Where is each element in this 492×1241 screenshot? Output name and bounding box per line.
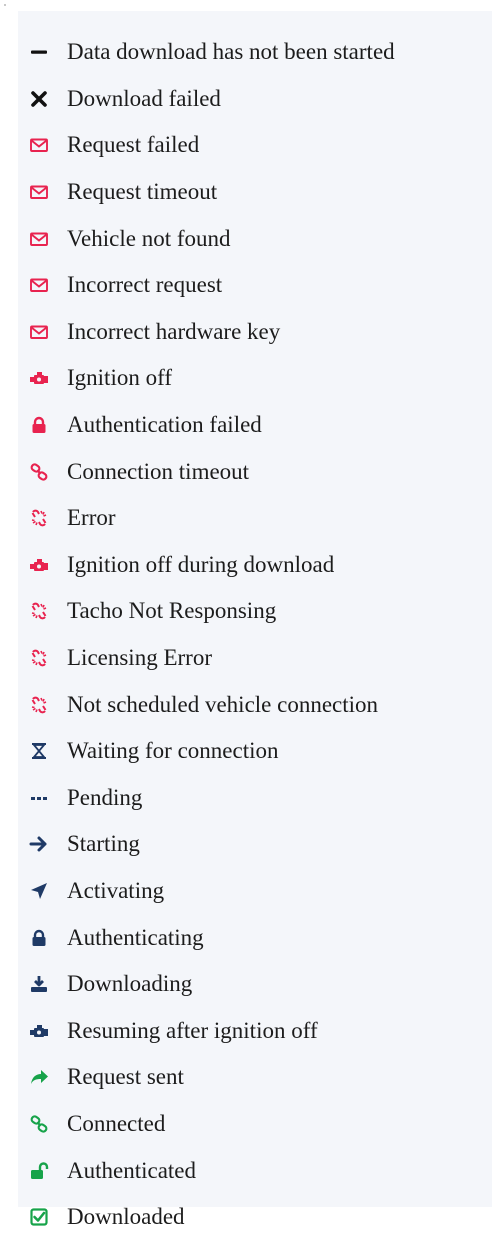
share-icon [29, 1065, 55, 1089]
legend-item-label: Waiting for connection [67, 738, 279, 764]
legend-item-ignition-off: Ignition off [18, 355, 492, 402]
legend-item-pending: Pending [18, 775, 492, 822]
legend-item-label: Error [67, 505, 116, 531]
unlock-icon [29, 1159, 55, 1183]
legend-item-label: Not scheduled vehicle connection [67, 691, 379, 717]
legend-item-not-scheduled-vehicle-connection: Not scheduled vehicle connection [18, 681, 492, 728]
broken-link-icon [29, 693, 55, 717]
legend-item-authenticating: Authenticating [18, 914, 492, 961]
legend-item-label: Data download has not been started [67, 39, 395, 65]
legend-item-label: Ignition off [67, 365, 172, 391]
legend-item-request-failed: Request failed [18, 122, 492, 169]
broken-link-icon [29, 599, 55, 623]
legend-item-request-sent: Request sent [18, 1054, 492, 1101]
legend-item-resuming-after-ignition-off: Resuming after ignition off [18, 1007, 492, 1054]
legend-item-label: Downloaded [67, 1204, 185, 1230]
legend-item-label: Vehicle not found [67, 225, 231, 251]
envelope-icon [29, 180, 55, 204]
legend-item-tacho-not-responsing: Tacho Not Responsing [18, 588, 492, 635]
envelope-icon [29, 133, 55, 157]
status-legend-panel: Data download has not been started Downlo… [18, 11, 492, 1229]
legend-item-label: Request sent [67, 1064, 184, 1090]
legend-item-connected: Connected [18, 1101, 492, 1148]
legend-item-waiting-for-connection: Waiting for connection [18, 728, 492, 775]
legend-item-label: Authentication failed [67, 412, 262, 438]
legend-item-label: Activating [67, 877, 165, 903]
legend-item-label: Incorrect request [67, 272, 223, 298]
status-legend: Data download has not been started Downlo… [18, 29, 492, 1240]
download-icon [29, 972, 55, 996]
check-square-icon [29, 1205, 55, 1229]
link-icon [29, 460, 55, 484]
ellipsis-icon [29, 786, 55, 810]
legend-item-request-timeout: Request timeout [18, 169, 492, 216]
legend-item-label: Resuming after ignition off [67, 1017, 318, 1043]
legend-item-label: Incorrect hardware key [67, 318, 281, 344]
legend-item-error: Error [18, 495, 492, 542]
envelope-icon [29, 227, 55, 251]
legend-item-incorrect-request: Incorrect request [18, 262, 492, 309]
engine-icon [29, 366, 55, 390]
legend-item-label: Starting [67, 831, 140, 857]
x-icon [29, 87, 55, 111]
legend-item-activating: Activating [18, 868, 492, 915]
legend-item-label: Downloading [67, 971, 193, 997]
legend-item-label: Download failed [67, 85, 221, 111]
location-arrow-icon [29, 879, 55, 903]
legend-item-incorrect-hardware-key: Incorrect hardware key [18, 309, 492, 356]
broken-link-icon [29, 646, 55, 670]
hourglass-icon [29, 739, 55, 763]
legend-item-connection-timeout: Connection timeout [18, 448, 492, 495]
legend-item-licensing-error: Licensing Error [18, 635, 492, 682]
legend-item-downloading: Downloading [18, 961, 492, 1008]
envelope-icon [29, 320, 55, 344]
legend-item-label: Connected [67, 1110, 166, 1136]
legend-item-authenticated: Authenticated [18, 1147, 492, 1194]
legend-item-downloaded: Downloaded [18, 1194, 492, 1241]
legend-item-authentication-failed: Authentication failed [18, 402, 492, 449]
envelope-icon [29, 273, 55, 297]
link-icon [29, 1112, 55, 1136]
engine-icon [29, 553, 55, 577]
broken-link-icon [29, 506, 55, 530]
legend-item-label: Authenticated [67, 1157, 197, 1183]
lock-icon [29, 926, 55, 950]
legend-item-label: Request timeout [67, 179, 218, 205]
legend-item-vehicle-not-found: Vehicle not found [18, 215, 492, 262]
legend-item-download-failed: Download failed [18, 76, 492, 123]
legend-item-ignition-off-during-download: Ignition off during download [18, 542, 492, 589]
legend-item-label: Connection timeout [67, 458, 250, 484]
legend-item-label: Authenticating [67, 924, 204, 950]
engine-icon [29, 1019, 55, 1043]
legend-item-label: Pending [67, 784, 143, 810]
minus-icon [29, 40, 55, 64]
legend-item-label: Licensing Error [67, 645, 212, 671]
arrow-right-icon [29, 832, 55, 856]
lock-icon [29, 413, 55, 437]
legend-item-label: Ignition off during download [67, 551, 335, 577]
corner-mark [4, 4, 6, 6]
legend-item-data-download-has-not-been-started: Data download has not been started [18, 29, 492, 76]
legend-item-label: Tacho Not Responsing [67, 598, 277, 624]
legend-item-starting: Starting [18, 821, 492, 868]
legend-item-label: Request failed [67, 132, 200, 158]
